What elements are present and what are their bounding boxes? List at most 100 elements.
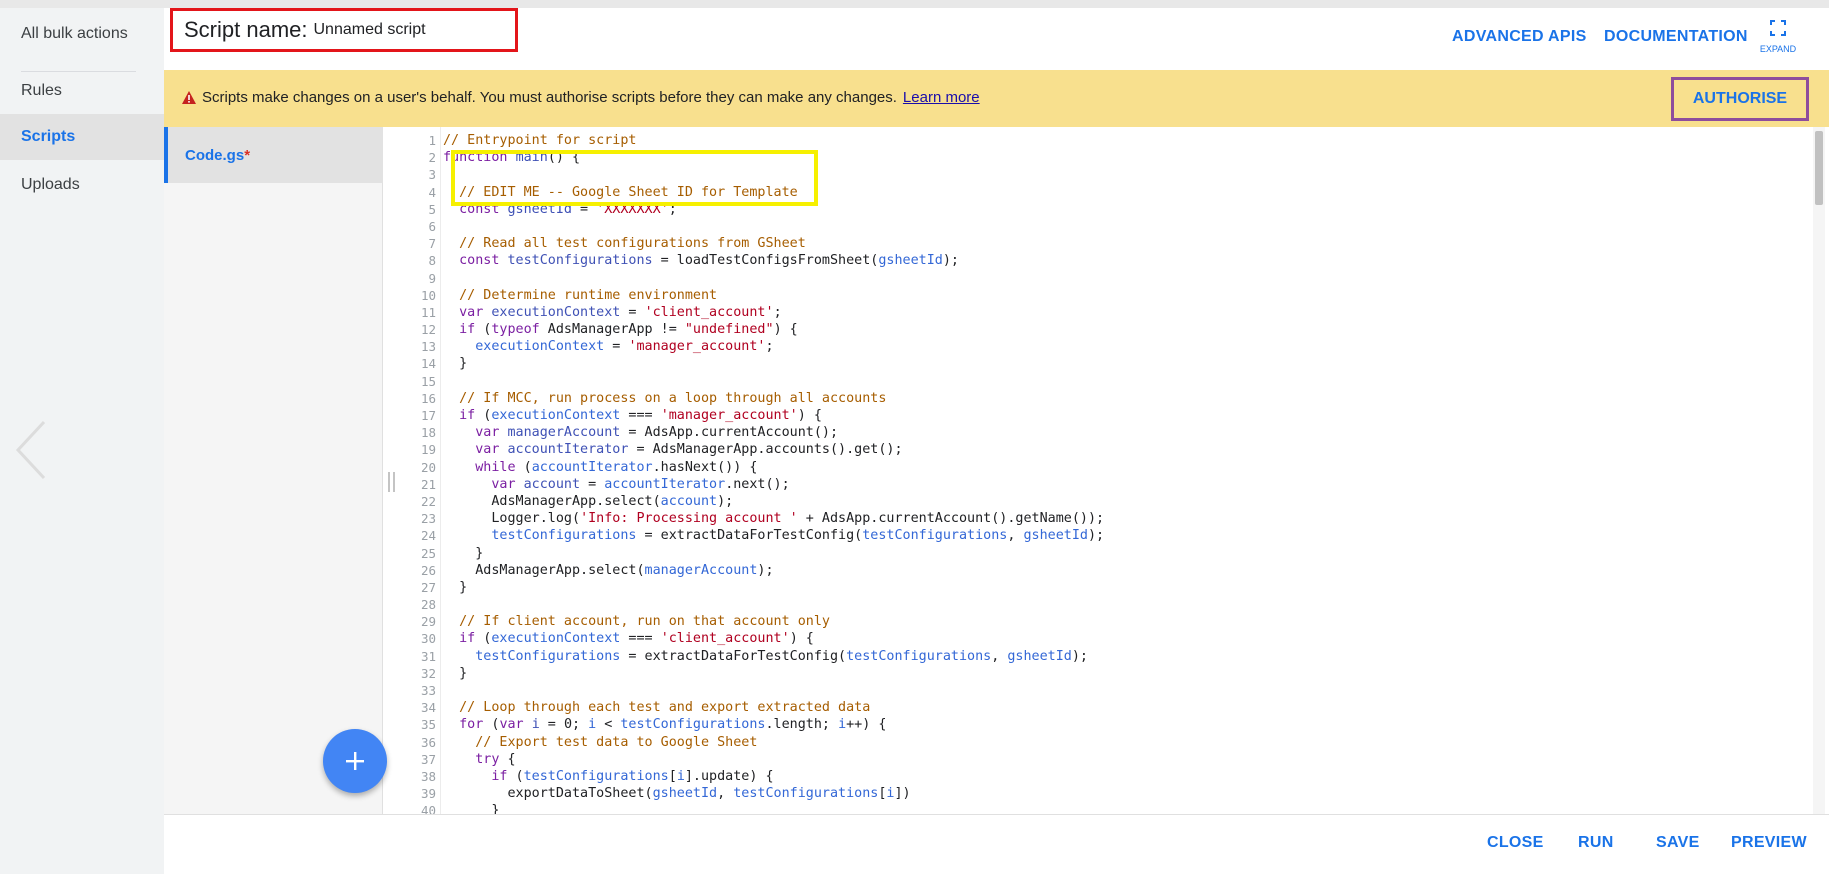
line-number: 36: [420, 734, 436, 750]
authorisation-warning-bar: Scripts make changes on a user's behalf.…: [164, 70, 1829, 127]
code-line: }: [443, 579, 468, 595]
script-name-field[interactable]: Script name: Unnamed script: [170, 8, 518, 52]
code-line: const testConfigurations = loadTestConfi…: [459, 253, 959, 269]
gutter-divider: [440, 127, 441, 814]
line-number: 5: [428, 201, 436, 217]
script-name-label: Script name:: [184, 17, 308, 42]
line-number: 29: [420, 614, 436, 630]
code-line: const gsheetId = 'XXXXXXX';: [459, 201, 677, 217]
script-name-value[interactable]: Unnamed script: [314, 21, 426, 39]
code-line: var executionContext = 'client_account';: [459, 304, 782, 320]
line-number: 21: [420, 476, 436, 492]
line-number: 3: [428, 167, 436, 183]
code-line: var accountIterator = AdsManagerApp.acco…: [475, 442, 903, 458]
line-number: 6: [428, 218, 436, 234]
add-file-button[interactable]: [323, 729, 387, 793]
code-line: // If MCC, run process on a loop through…: [459, 390, 887, 406]
nav-item-rules[interactable]: Rules: [0, 81, 164, 101]
line-number: 8: [428, 253, 436, 269]
line-number: 32: [420, 665, 436, 681]
file-list-panel: Code.gs*: [164, 127, 387, 814]
close-button[interactable]: CLOSE: [1487, 834, 1544, 852]
line-number: 23: [420, 511, 436, 527]
nav-divider: [21, 71, 136, 72]
code-editor[interactable]: 1 2 3 4 5 6 7 8 9 10 11 12 13 14 15 16 17 18 19 20 21 22 23 24 2…: [403, 127, 1813, 814]
code-line: AdsManagerApp.select(account);: [443, 493, 734, 509]
code-line: executionContext = 'manager_account';: [475, 339, 774, 355]
warning-text: Scripts make changes on a user's behalf.…: [202, 89, 897, 106]
plus-icon: [346, 752, 364, 770]
code-line: // Determine runtime environment: [459, 287, 718, 303]
line-number: 13: [420, 339, 436, 355]
line-number: 25: [420, 545, 436, 561]
code-line: testConfigurations = extractDataForTestC…: [475, 648, 1088, 664]
line-number: 34: [420, 700, 436, 716]
line-number: 1: [428, 133, 436, 148]
file-tab-label: Code.gs*: [185, 147, 250, 164]
chevron-left-icon[interactable]: [14, 420, 50, 480]
fullscreen-icon: [1770, 20, 1786, 36]
line-number: 37: [420, 751, 436, 767]
line-number: 15: [420, 373, 436, 389]
panel-resize-handle[interactable]: [388, 472, 396, 492]
authorise-button[interactable]: AUTHORISE: [1693, 90, 1787, 108]
code-line: testConfigurations = extractDataForTestC…: [491, 528, 1105, 544]
advanced-apis-button[interactable]: ADVANCED APIS: [1452, 28, 1587, 46]
code-line: AdsManagerApp.select(managerAccount);: [443, 562, 774, 578]
code-line: function main() {: [443, 150, 581, 166]
expand-label: EXPAND: [1759, 44, 1797, 54]
warning-message: Scripts make changes on a user's behalf.…: [182, 89, 980, 106]
line-number: 24: [420, 528, 436, 544]
code-line: Logger.log('Info: Processing account ' +…: [443, 511, 1105, 527]
line-number: 14: [420, 356, 436, 372]
line-number: 10: [420, 287, 436, 303]
code-line: // EDIT ME -- Google Sheet ID for Templa…: [459, 184, 798, 200]
save-button[interactable]: SAVE: [1656, 834, 1700, 852]
code-line: exportDataToSheet(gsheetId, testConfigur…: [443, 786, 911, 802]
preview-button[interactable]: PREVIEW: [1731, 834, 1807, 852]
code-line: for (var i = 0; i < testConfigurations.l…: [459, 717, 887, 733]
run-button[interactable]: RUN: [1578, 834, 1614, 852]
learn-more-link[interactable]: Learn more: [903, 89, 980, 106]
authorise-button-outline[interactable]: AUTHORISE: [1671, 77, 1809, 121]
code-line: var account = accountIterator.next();: [491, 476, 790, 492]
line-number: 27: [420, 579, 436, 595]
nav-item-uploads[interactable]: Uploads: [0, 175, 164, 195]
warning-triangle-icon: [182, 91, 196, 104]
header-bar: Script name: Unnamed script ADVANCED API…: [164, 0, 1829, 70]
code-line: }: [443, 545, 484, 561]
line-number: 20: [420, 459, 436, 475]
nav-item-all-bulk-actions[interactable]: All bulk actions: [0, 24, 164, 44]
line-number-gutter: 1 2 3 4 5 6 7 8 9 10 11 12 13 14 15 16 17 18 19 20 21 22 23 24 2…: [403, 132, 438, 814]
code-line: // Entrypoint for script: [443, 133, 637, 148]
code-line: if (typeof AdsManagerApp != "undefined")…: [459, 322, 798, 338]
line-number: 30: [420, 631, 436, 647]
line-number: 9: [428, 270, 436, 286]
code-line: // If client account, run on that accoun…: [459, 614, 830, 630]
code-line: }: [443, 665, 468, 681]
file-tab-code-gs[interactable]: Code.gs*: [164, 127, 383, 183]
code-line: try {: [475, 751, 516, 767]
documentation-button[interactable]: DOCUMENTATION: [1604, 28, 1748, 46]
line-number: 12: [420, 322, 436, 338]
line-number: 4: [428, 184, 436, 200]
script-editor-app: All bulk actions Rules Scripts Uploads S…: [0, 0, 1829, 874]
scrollbar-thumb[interactable]: [1815, 131, 1823, 205]
line-number: 2: [428, 150, 436, 166]
expand-button[interactable]: EXPAND: [1754, 20, 1802, 66]
code-line: if (testConfigurations[i].update) {: [491, 768, 774, 784]
code-line: while (accountIterator.hasNext()) {: [475, 459, 758, 475]
line-number: 35: [420, 717, 436, 733]
code-content[interactable]: // Entrypoint for script function main()…: [443, 132, 1104, 814]
nav-item-scripts[interactable]: Scripts: [0, 114, 164, 160]
file-name: Code.gs: [185, 147, 245, 164]
line-number: 19: [420, 442, 436, 458]
editor-scrollbar[interactable]: [1813, 127, 1825, 814]
left-nav: All bulk actions Rules Scripts Uploads: [0, 0, 164, 874]
unsaved-marker: *: [244, 147, 251, 164]
line-number: 33: [420, 683, 436, 698]
